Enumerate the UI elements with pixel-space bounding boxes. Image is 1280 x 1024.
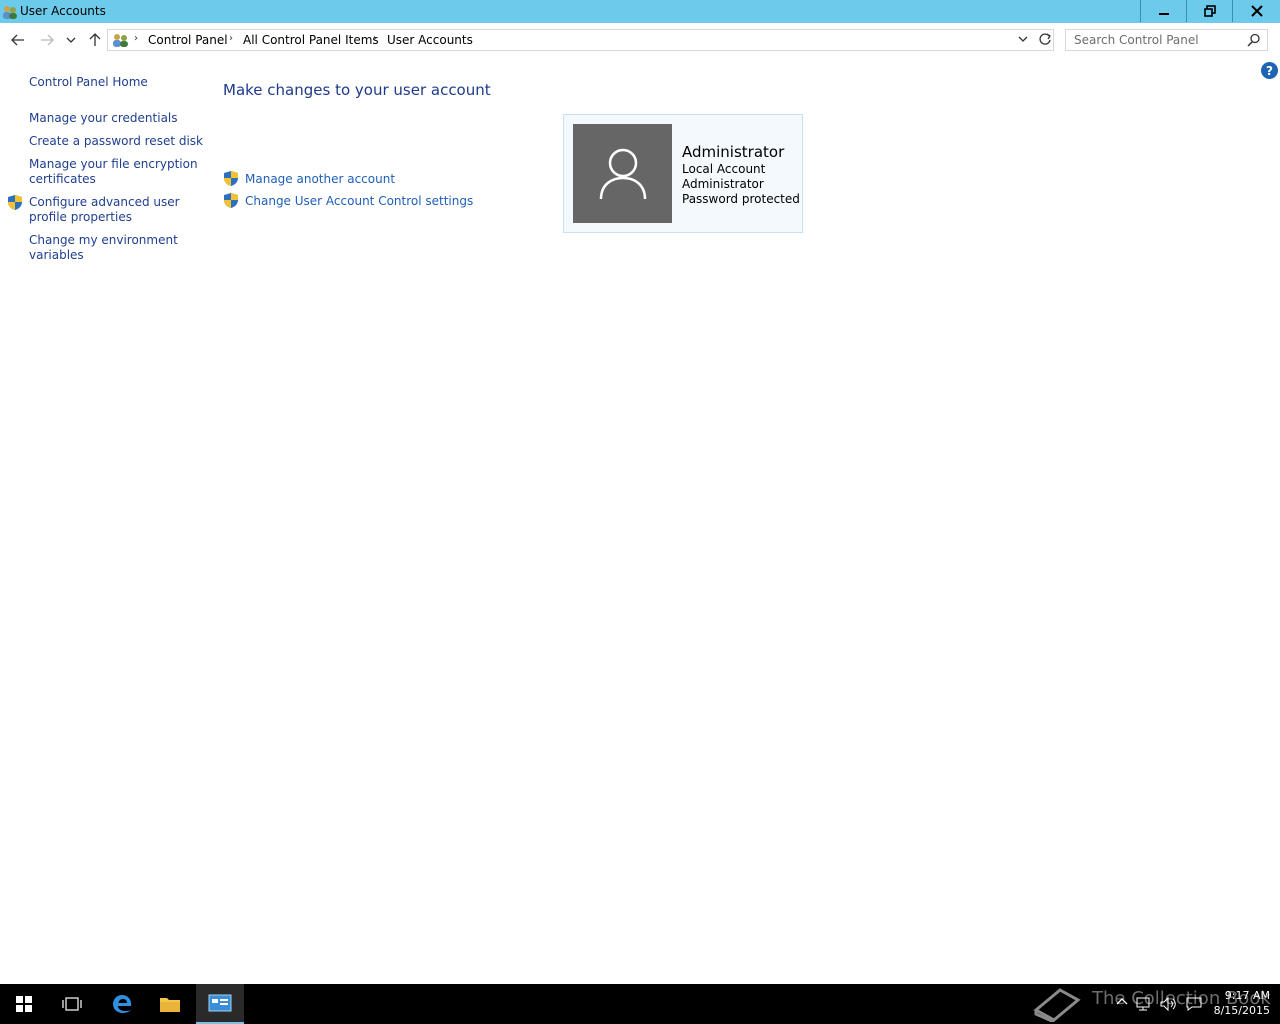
- search-icon[interactable]: [1247, 33, 1261, 47]
- recent-locations-button[interactable]: [61, 29, 81, 51]
- breadcrumb-user-accounts[interactable]: User Accounts: [387, 33, 473, 47]
- control-panel-icon: [208, 994, 232, 1012]
- arrow-up-icon: [89, 33, 101, 46]
- file-explorer-taskbar-button[interactable]: [146, 984, 194, 1024]
- account-password-status: Password protected: [682, 192, 800, 206]
- task-view-icon: [62, 997, 82, 1011]
- clock[interactable]: 9:17 AM 8/15/2015: [1210, 988, 1270, 1018]
- chevron-down-icon: [1018, 36, 1028, 42]
- breadcrumb-all-items[interactable]: All Control Panel Items: [243, 33, 379, 47]
- address-dropdown-button[interactable]: [1018, 33, 1028, 47]
- edge-browser-icon: [113, 995, 132, 1013]
- arrow-left-icon: [11, 34, 24, 46]
- task-view-button[interactable]: [48, 984, 96, 1024]
- manage-credentials-link[interactable]: Manage your credentials: [29, 111, 178, 126]
- address-bar[interactable]: › Control Panel › All Control Panel Item…: [107, 29, 1054, 51]
- start-button[interactable]: [0, 984, 48, 1024]
- up-button[interactable]: [84, 29, 106, 51]
- link-line: profile properties: [29, 210, 132, 224]
- book-logo-icon: [1033, 988, 1081, 1022]
- volume-icon[interactable]: [1160, 996, 1178, 1012]
- link-line: Manage your file encryption: [29, 157, 198, 171]
- uac-settings-link[interactable]: Change User Account Control settings: [245, 194, 473, 208]
- uac-shield-icon: [224, 193, 238, 208]
- advanced-profile-link[interactable]: Configure advanced user profile properti…: [29, 195, 180, 225]
- environment-variables-link[interactable]: Change my environment variables: [29, 233, 178, 263]
- close-icon: [1251, 5, 1263, 17]
- back-button[interactable]: [7, 29, 29, 51]
- breadcrumb-separator-icon[interactable]: ›: [229, 33, 233, 44]
- restore-icon: [1204, 5, 1216, 17]
- link-line: variables: [29, 248, 84, 262]
- account-role: Administrator: [682, 177, 764, 191]
- address-row: › Control Panel › All Control Panel Item…: [0, 23, 1280, 57]
- breadcrumb-separator-icon[interactable]: ›: [134, 33, 138, 44]
- manage-another-account-link[interactable]: Manage another account: [245, 172, 395, 186]
- uac-shield-icon: [8, 195, 22, 210]
- control-panel-icon: [113, 34, 128, 47]
- help-button[interactable]: ?: [1261, 62, 1278, 79]
- uac-shield-icon: [224, 171, 238, 186]
- user-accounts-icon: [3, 6, 17, 19]
- refresh-button[interactable]: [1038, 32, 1052, 49]
- edge-taskbar-button[interactable]: [98, 984, 146, 1024]
- minimize-icon: [1159, 13, 1169, 15]
- chevron-down-icon: [66, 37, 76, 43]
- link-line: Change my environment: [29, 233, 178, 247]
- clock-time: 9:17 AM: [1224, 989, 1270, 1002]
- breadcrumb-control-panel[interactable]: Control Panel: [148, 33, 228, 47]
- password-reset-disk-link[interactable]: Create a password reset disk: [29, 134, 203, 149]
- account-name: Administrator: [682, 143, 785, 161]
- link-line: Configure advanced user: [29, 195, 180, 209]
- page-heading: Make changes to your user account: [223, 81, 491, 99]
- avatar: [573, 124, 672, 223]
- file-encryption-link[interactable]: Manage your file encryption certificates: [29, 157, 198, 187]
- control-panel-home-link[interactable]: Control Panel Home: [29, 75, 148, 90]
- taskbar: The Collection Book 9:17 AM 8/15/2015: [0, 984, 1280, 1024]
- refresh-icon: [1039, 33, 1051, 45]
- link-line: certificates: [29, 172, 96, 186]
- control-panel-taskbar-button[interactable]: [196, 984, 244, 1024]
- help-icon: ?: [1266, 63, 1273, 78]
- action-center-icon[interactable]: [1186, 996, 1202, 1012]
- close-button[interactable]: [1232, 0, 1280, 22]
- windows-logo-icon: [16, 996, 32, 1012]
- user-icon: [599, 148, 646, 199]
- search-box[interactable]: [1065, 29, 1268, 51]
- arrow-right-icon: [41, 34, 54, 46]
- network-icon[interactable]: [1136, 996, 1152, 1012]
- restore-button[interactable]: [1186, 0, 1233, 22]
- forward-button[interactable]: [36, 29, 58, 51]
- account-type: Local Account: [682, 162, 766, 176]
- clock-date: 8/15/2015: [1213, 1004, 1270, 1017]
- chevron-up-icon[interactable]: [1116, 996, 1128, 1006]
- folder-icon: [160, 998, 180, 1012]
- account-card: Administrator Local Account Administrato…: [563, 114, 803, 233]
- breadcrumb-separator-icon[interactable]: ›: [373, 33, 377, 44]
- title-bar[interactable]: User Accounts: [0, 0, 1280, 23]
- search-input[interactable]: [1066, 30, 1249, 50]
- minimize-button[interactable]: [1140, 0, 1187, 22]
- window-title: User Accounts: [20, 4, 106, 18]
